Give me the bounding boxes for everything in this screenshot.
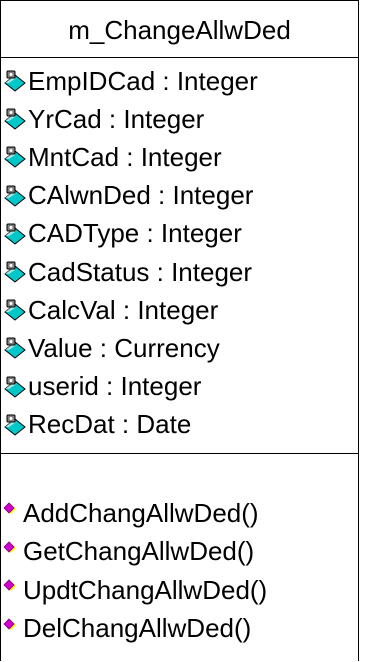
public-operation-icon — [3, 618, 19, 640]
attribute-label: Value : Currency — [28, 332, 220, 363]
attribute-row[interactable]: MntCad : Integer — [1, 138, 358, 176]
protected-attribute-icon — [3, 185, 27, 207]
public-operation-icon — [3, 579, 19, 601]
operation-label: AddChangAllwDed() — [23, 497, 259, 528]
attribute-row[interactable]: RecDat : Date — [1, 406, 358, 444]
public-operation-icon — [3, 502, 19, 524]
attribute-label: RecDat : Date — [28, 409, 192, 440]
uml-class-box[interactable]: m_ChangeAllwDed EmpIDCad : Integer YrCad… — [0, 0, 359, 661]
attribute-label: CADType : Integer — [28, 218, 242, 249]
attribute-row[interactable]: CadStatus : Integer — [1, 253, 358, 291]
attribute-row[interactable]: Value : Currency — [1, 329, 358, 367]
attribute-compartment: EmpIDCad : Integer YrCad : Integer MntCa… — [1, 58, 358, 454]
operation-row[interactable]: AddChangAllwDed() — [1, 494, 358, 533]
attribute-row[interactable]: CAlwnDed : Integer — [1, 177, 358, 215]
protected-attribute-icon — [3, 376, 27, 398]
attribute-label: MntCad : Integer — [28, 141, 222, 172]
attribute-label: CAlwnDed : Integer — [28, 180, 254, 211]
operation-row[interactable]: DelChangAllwDed() — [1, 610, 358, 649]
protected-attribute-icon — [3, 414, 27, 436]
operation-row[interactable]: UpdtChangAllwDed() — [1, 571, 358, 610]
class-name: m_ChangeAllwDed — [1, 1, 358, 58]
attribute-row[interactable]: YrCad : Integer — [1, 100, 358, 138]
attribute-label: EmpIDCad : Integer — [28, 65, 258, 96]
attribute-label: CalcVal : Integer — [28, 294, 219, 325]
protected-attribute-icon — [3, 146, 27, 169]
attribute-row[interactable]: CalcVal : Integer — [1, 291, 358, 329]
protected-attribute-icon — [3, 261, 27, 283]
operation-label: UpdtChangAllwDed() — [23, 574, 268, 605]
attribute-label: CadStatus : Integer — [28, 256, 253, 287]
attribute-row[interactable]: EmpIDCad : Integer — [1, 62, 358, 100]
operation-compartment: AddChangAllwDed() GetChangAllwDed() Updt… — [1, 454, 358, 648]
protected-attribute-icon — [3, 70, 27, 92]
protected-attribute-icon — [3, 337, 27, 360]
operation-row[interactable]: GetChangAllwDed() — [1, 533, 358, 572]
protected-attribute-icon — [3, 223, 27, 245]
public-operation-icon — [3, 541, 19, 563]
attribute-label: YrCad : Integer — [28, 103, 205, 134]
protected-attribute-icon — [3, 108, 27, 130]
operation-label: DelChangAllwDed() — [23, 613, 252, 644]
protected-attribute-icon — [3, 299, 27, 321]
attribute-row[interactable]: CADType : Integer — [1, 215, 358, 253]
attribute-label: userid : Integer — [28, 371, 202, 402]
attribute-row[interactable]: userid : Integer — [1, 368, 358, 406]
operation-label: GetChangAllwDed() — [23, 536, 255, 567]
